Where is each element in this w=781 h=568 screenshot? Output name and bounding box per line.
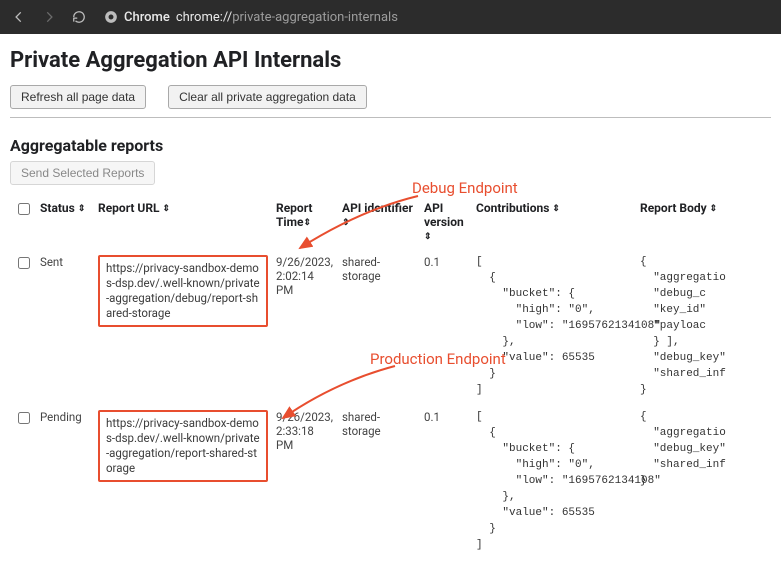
clear-data-button[interactable]: Clear all private aggregation data — [168, 85, 367, 109]
back-button[interactable] — [8, 6, 30, 28]
sort-icon: ⇕ — [710, 204, 718, 214]
report-time-cell: 9/26/2023, 2:33:18 PM — [272, 404, 338, 559]
report-time-cell: 9/26/2023, 2:02:14 PM — [272, 249, 338, 404]
status-cell: Pending — [36, 404, 94, 559]
col-url-header[interactable]: Report URL ⇕ — [94, 195, 272, 249]
col-body-header[interactable]: Report Body ⇕ — [636, 195, 771, 249]
contributions-cell: [ { "bucket": { "high": "0", "low": "169… — [476, 410, 632, 553]
status-cell: Sent — [36, 249, 94, 404]
report-url-cell: https://privacy-sandbox-demos-dsp.dev/.w… — [98, 255, 268, 327]
reload-button[interactable] — [68, 6, 90, 28]
url-text: chrome://private-aggregation-internals — [176, 10, 398, 25]
row-checkbox[interactable] — [18, 257, 30, 269]
col-api-ver-header[interactable]: API version ⇕ — [420, 195, 472, 249]
sort-icon: ⇕ — [304, 218, 312, 228]
api-id-cell: shared-storage — [338, 404, 420, 559]
api-version-cell: 0.1 — [420, 404, 472, 559]
sort-icon: ⇕ — [342, 218, 350, 228]
section-heading: Aggregatable reports — [10, 136, 771, 155]
sort-icon: ⇕ — [78, 204, 86, 214]
table-row: Sent https://privacy-sandbox-demos-dsp.d… — [10, 249, 771, 404]
select-all-checkbox[interactable] — [18, 203, 30, 215]
reports-table: Status ⇕ Report URL ⇕ Report Time⇕ API i… — [10, 195, 771, 560]
browser-name: Chrome — [124, 10, 170, 25]
action-buttons-row: Refresh all page data Clear all private … — [10, 85, 771, 109]
row-checkbox[interactable] — [18, 412, 30, 424]
divider — [10, 117, 771, 118]
send-selected-button[interactable]: Send Selected Reports — [10, 161, 155, 185]
col-contrib-header[interactable]: Contributions ⇕ — [472, 195, 636, 249]
report-body-cell: { "aggregatio "debug_c "key_id" "payloac… — [640, 255, 767, 398]
page-content: Private Aggregation API Internals Refres… — [0, 34, 781, 568]
sort-icon: ⇕ — [163, 204, 171, 214]
browser-toolbar: Chrome chrome://private-aggregation-inte… — [0, 0, 781, 34]
table-row: Pending https://privacy-sandbox-demos-ds… — [10, 404, 771, 559]
api-id-cell: shared-storage — [338, 249, 420, 404]
forward-button[interactable] — [38, 6, 60, 28]
chrome-logo-icon — [104, 10, 118, 24]
refresh-button[interactable]: Refresh all page data — [10, 85, 146, 109]
col-status-header[interactable]: Status ⇕ — [36, 195, 94, 249]
api-version-cell: 0.1 — [420, 249, 472, 404]
page-title: Private Aggregation API Internals — [10, 48, 771, 73]
col-api-id-header[interactable]: API identifier ⇕ — [338, 195, 420, 249]
table-header-row: Status ⇕ Report URL ⇕ Report Time⇕ API i… — [10, 195, 771, 249]
address-bar[interactable]: Chrome chrome://private-aggregation-inte… — [98, 10, 773, 25]
col-time-header[interactable]: Report Time⇕ — [272, 195, 338, 249]
report-url-cell: https://privacy-sandbox-demos-dsp.dev/.w… — [98, 410, 268, 482]
sort-icon: ⇕ — [552, 204, 560, 214]
sort-icon: ⇕ — [424, 232, 432, 242]
contributions-cell: [ { "bucket": { "high": "0", "low": "169… — [476, 255, 632, 398]
